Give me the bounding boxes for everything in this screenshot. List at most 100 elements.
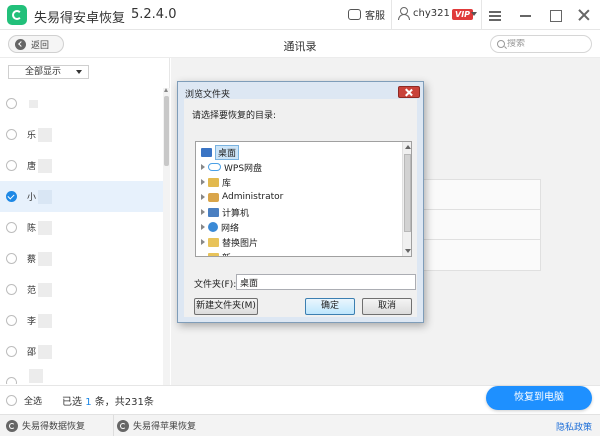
dialog-prompt: 请选择要恢复的目录: bbox=[192, 111, 277, 121]
list-item[interactable]: 陈 bbox=[0, 212, 163, 243]
selection-count: 已选 1 条，共231条 bbox=[62, 393, 154, 408]
back-arrow-icon bbox=[15, 38, 26, 50]
row-checkbox[interactable] bbox=[6, 222, 17, 233]
tree-item-library[interactable]: 库 bbox=[201, 175, 231, 189]
customer-service-button[interactable]: 客服 bbox=[348, 7, 385, 22]
filter-selected-value: 全部显示 bbox=[25, 67, 62, 77]
chevron-down-icon bbox=[76, 70, 82, 74]
count-selected: 1 bbox=[85, 397, 92, 408]
chevron-down-icon[interactable] bbox=[471, 12, 477, 16]
redacted-block bbox=[38, 220, 52, 235]
folder-field-label: 文件夹(F): bbox=[194, 280, 237, 290]
expand-icon[interactable] bbox=[201, 164, 205, 170]
data-recovery-label: 失易得数据恢复 bbox=[22, 422, 86, 432]
contact-name: 小 bbox=[27, 193, 37, 203]
minimize-icon[interactable] bbox=[519, 8, 533, 22]
scroll-thumb[interactable] bbox=[164, 96, 169, 166]
divider bbox=[481, 0, 482, 30]
ok-button[interactable]: 确定 bbox=[305, 298, 355, 315]
redacted-block bbox=[38, 251, 52, 266]
back-label: 返回 bbox=[31, 40, 50, 51]
tree-item-label: 新 bbox=[222, 251, 231, 257]
expand-icon[interactable] bbox=[201, 179, 205, 185]
filter-dropdown[interactable]: 全部显示 bbox=[8, 65, 89, 79]
back-button[interactable]: 返回 bbox=[8, 35, 64, 53]
tree-item-replace-images[interactable]: 替换图片 bbox=[201, 235, 258, 249]
contact-name: 唐 bbox=[27, 162, 37, 172]
privacy-policy-link[interactable]: 隐私政策 bbox=[556, 420, 592, 433]
computer-icon bbox=[208, 207, 219, 217]
row-checkbox[interactable] bbox=[6, 160, 17, 171]
divider bbox=[113, 415, 114, 436]
expand-icon[interactable] bbox=[201, 209, 205, 215]
count-suffix: 条 bbox=[143, 397, 154, 408]
list-item[interactable]: 范 bbox=[0, 274, 163, 305]
tree-item-computer[interactable]: 计算机 bbox=[201, 205, 249, 219]
expand-icon[interactable] bbox=[201, 194, 205, 200]
contact-list: 乐 唐 小 陈 蔡 范 李 邵 bbox=[0, 88, 163, 384]
close-icon[interactable] bbox=[398, 86, 420, 98]
scroll-up-icon[interactable] bbox=[164, 88, 168, 92]
search-box[interactable] bbox=[490, 35, 592, 53]
redacted-block bbox=[38, 313, 52, 328]
folder-input[interactable] bbox=[236, 274, 416, 290]
cloud-icon bbox=[208, 163, 221, 171]
expand-icon[interactable] bbox=[201, 224, 205, 230]
expand-icon[interactable] bbox=[201, 239, 205, 245]
list-scrollbar[interactable] bbox=[163, 88, 170, 385]
row-checkbox[interactable] bbox=[6, 377, 17, 384]
user-icon bbox=[398, 7, 410, 20]
row-checkbox[interactable] bbox=[6, 346, 17, 357]
list-item[interactable]: 小 bbox=[0, 181, 163, 212]
list-item[interactable]: 唐 bbox=[0, 150, 163, 181]
tree-item-wps-drive[interactable]: WPS网盘 bbox=[201, 160, 262, 174]
list-item[interactable] bbox=[0, 88, 163, 119]
list-item[interactable]: 邵 bbox=[0, 336, 163, 367]
maximize-icon[interactable] bbox=[548, 8, 562, 22]
redacted-block bbox=[38, 282, 52, 297]
count-prefix: 已选 bbox=[62, 397, 82, 408]
row-checkbox[interactable] bbox=[6, 98, 17, 109]
data-recovery-link[interactable]: 失易得数据恢复 bbox=[6, 419, 85, 432]
folder-icon bbox=[208, 237, 219, 247]
scroll-thumb[interactable] bbox=[404, 154, 411, 232]
iphone-recovery-link[interactable]: 失易得苹果恢复 bbox=[117, 419, 196, 432]
vip-badge[interactable]: VIP bbox=[452, 9, 474, 20]
dialog-body: 请选择要恢复的目录: 桌面 WPS网盘 库 Administrator 计算机 … bbox=[184, 99, 417, 317]
tree-item-administrator[interactable]: Administrator bbox=[201, 190, 283, 204]
contact-name: 李 bbox=[27, 317, 37, 327]
tree-item-label: 网络 bbox=[221, 223, 240, 234]
checked-icon[interactable] bbox=[6, 191, 17, 202]
row-checkbox[interactable] bbox=[6, 284, 17, 295]
contact-name: 邵 bbox=[27, 348, 37, 358]
new-folder-button[interactable]: 新建文件夹(M) bbox=[194, 298, 258, 315]
tree-scrollbar[interactable] bbox=[402, 142, 411, 256]
row-checkbox[interactable] bbox=[6, 253, 17, 264]
cancel-button[interactable]: 取消 bbox=[362, 298, 412, 315]
username: chy321 bbox=[413, 7, 450, 19]
recover-to-pc-button[interactable]: 恢复到电脑 bbox=[486, 386, 592, 410]
list-item[interactable]: 李 bbox=[0, 305, 163, 336]
app-version: 5.2.4.0 bbox=[131, 7, 177, 22]
search-input[interactable] bbox=[507, 39, 587, 49]
list-item[interactable]: 乐 bbox=[0, 119, 163, 150]
scroll-up-icon[interactable] bbox=[405, 145, 411, 149]
close-icon[interactable] bbox=[577, 8, 591, 22]
network-icon bbox=[208, 222, 218, 232]
count-mid: 条，共 bbox=[94, 397, 125, 408]
tree-item-label: 计算机 bbox=[222, 208, 250, 219]
select-all-checkbox[interactable] bbox=[6, 395, 17, 406]
count-total: 231 bbox=[124, 397, 144, 408]
menu-icon[interactable] bbox=[488, 8, 502, 22]
scroll-down-icon[interactable] bbox=[405, 249, 411, 253]
tree-item-new[interactable]: 新 bbox=[208, 250, 231, 257]
tree-item-network[interactable]: 网络 bbox=[201, 220, 239, 234]
table-row bbox=[422, 210, 540, 240]
user-account-button[interactable]: chy321 bbox=[398, 7, 450, 20]
list-item[interactable] bbox=[0, 367, 163, 384]
row-checkbox[interactable] bbox=[6, 129, 17, 140]
customer-service-label: 客服 bbox=[365, 11, 385, 22]
row-checkbox[interactable] bbox=[6, 315, 17, 326]
tree-item-desktop[interactable]: 桌面 bbox=[201, 144, 240, 160]
list-item[interactable]: 蔡 bbox=[0, 243, 163, 274]
